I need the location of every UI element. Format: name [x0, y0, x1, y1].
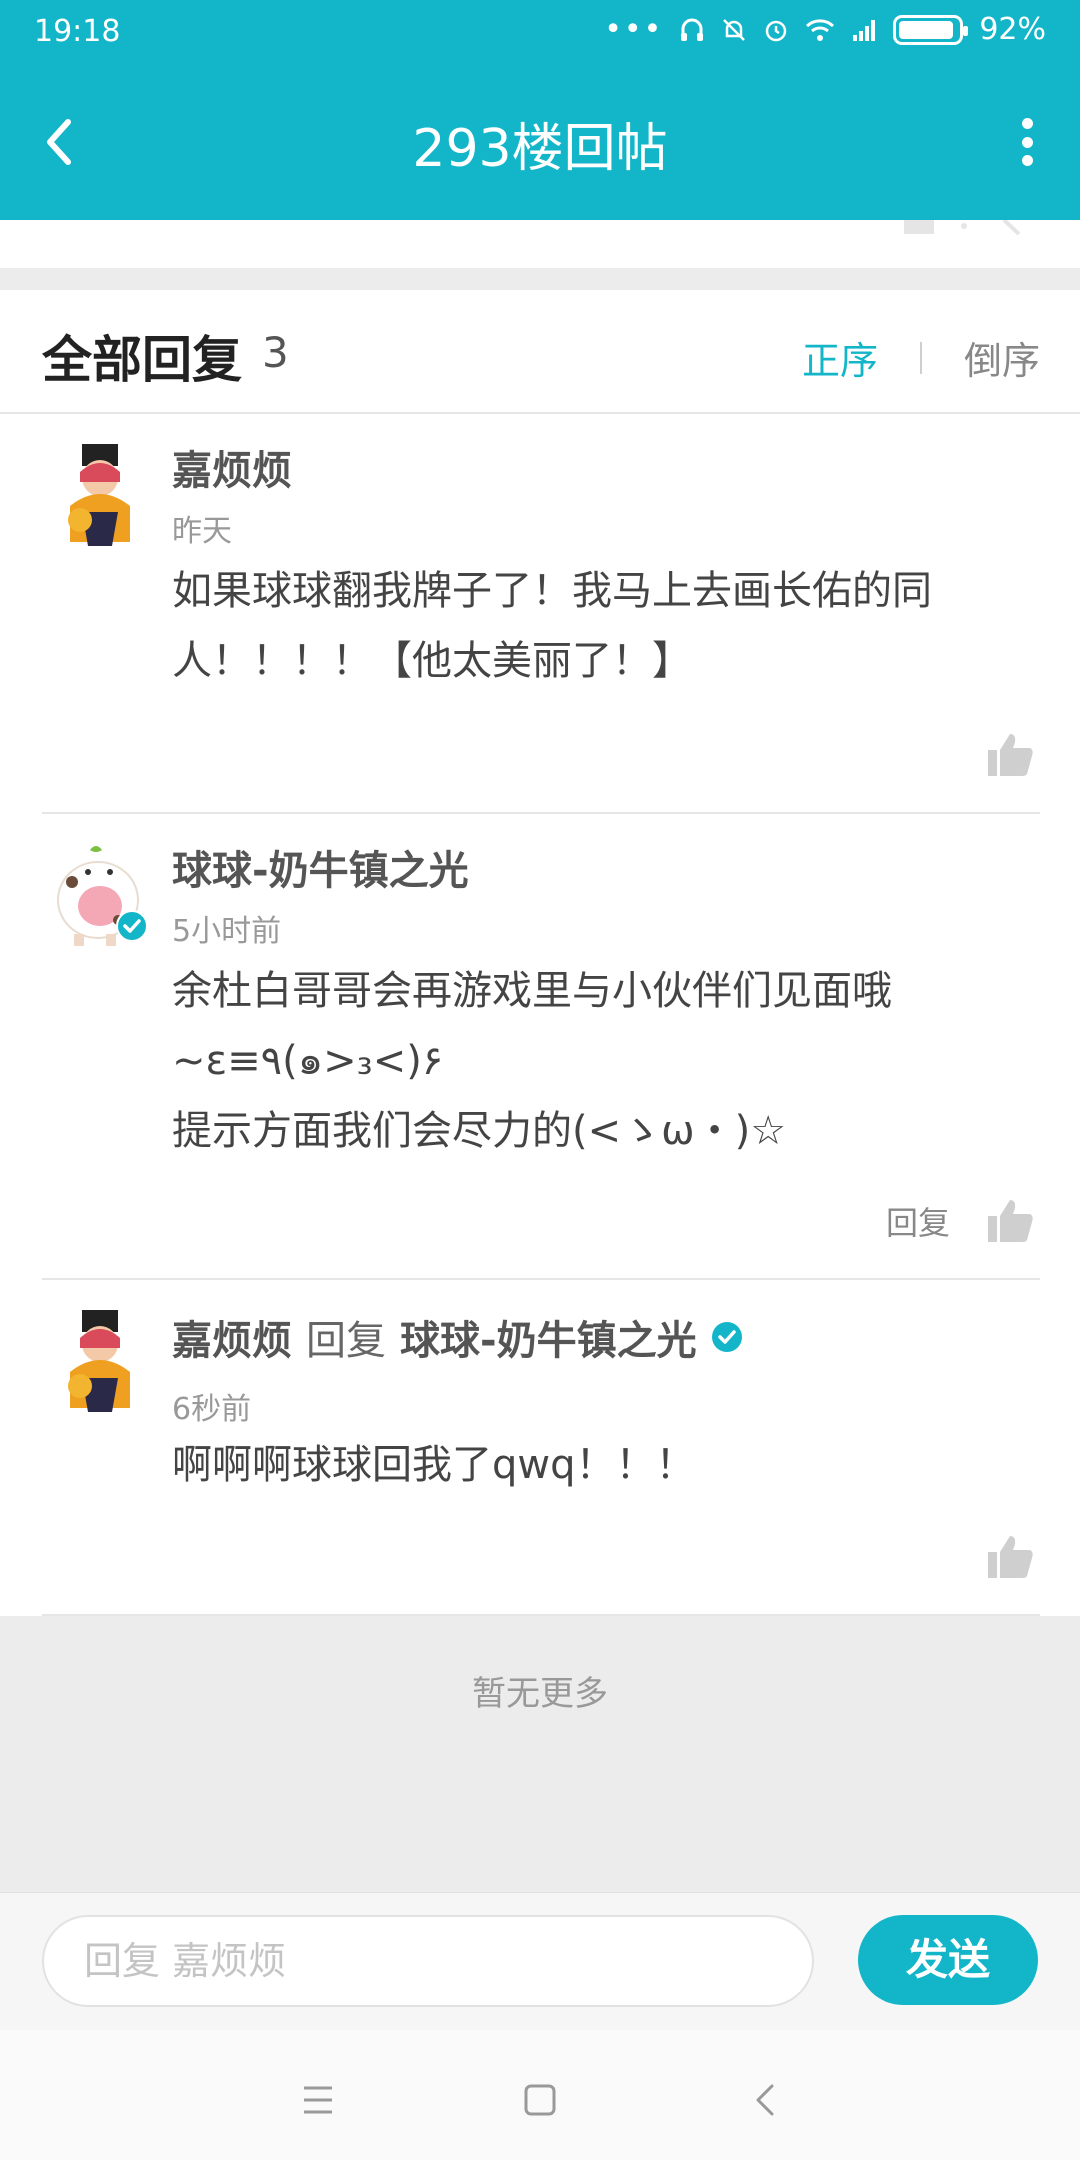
verified-badge-icon	[116, 910, 148, 942]
sort-descending-button[interactable]: 倒序	[964, 330, 1040, 385]
reply-content: 如果球球翻我牌子了！我马上去画长佑的同人！！！！【他太美丽了！】	[172, 568, 932, 684]
end-of-list: 暂无更多	[0, 1616, 1080, 1892]
author-line: 嘉烦烦 回复 球球-奶牛镇之光	[172, 1308, 743, 1366]
reply-item: 嘉烦烦 回复 球球-奶牛镇之光 6秒前 啊啊啊球球回我了qwq！！！	[0, 1280, 1080, 1616]
sort-divider	[919, 341, 922, 374]
system-nav-bar	[0, 2030, 1080, 2160]
status-icons: ••• 92%	[604, 12, 1046, 47]
reply-content: 啊啊啊球球回我了qwq！！！	[172, 1442, 696, 1488]
reply-button[interactable]: 回复	[886, 1198, 950, 1244]
author-name[interactable]: 嘉烦烦	[172, 1308, 292, 1366]
more-notifications-icon: •••	[604, 12, 664, 47]
author-line: 球球-奶牛镇之光	[172, 838, 469, 896]
verified-badge-icon	[711, 1322, 742, 1352]
original-post-footer	[0, 220, 1080, 268]
avatar[interactable]	[52, 1308, 148, 1418]
sort-toggle: 正序 倒序	[802, 330, 1040, 385]
battery-text: 92%	[979, 12, 1046, 47]
like-icon[interactable]	[988, 732, 1034, 776]
top-bar: 19:18 ••• 92% 293楼回帖	[0, 0, 1080, 220]
reply-input-bar: 发送	[0, 1892, 1080, 2030]
avatar[interactable]	[52, 442, 148, 552]
app-root: 19:18 ••• 92% 293楼回帖 全部回复 3 正序 倒序 嘉烦烦 昨天…	[0, 0, 1080, 2160]
reply-item: 球球-奶牛镇之光 5小时前 余杜白哥哥会再游戏里与小伙伴们见面哦 ~ε≡٩(๑>…	[0, 814, 1080, 1280]
author-name[interactable]: 嘉烦烦	[172, 438, 292, 496]
title-bar: 293楼回帖	[0, 66, 1080, 220]
nav-back-icon[interactable]	[736, 2070, 796, 2130]
reply-time: 5小时前	[172, 914, 282, 949]
author-line: 嘉烦烦	[172, 438, 292, 496]
page-title: 293楼回帖	[412, 119, 668, 179]
battery-icon	[893, 14, 969, 45]
reply-time: 昨天	[172, 514, 232, 549]
home-icon[interactable]	[510, 2070, 570, 2130]
alarm-icon	[766, 20, 787, 41]
reply-to-author[interactable]: 球球-奶牛镇之光	[400, 1308, 697, 1366]
sort-ascending-button[interactable]: 正序	[802, 330, 878, 385]
reply-input[interactable]	[42, 1915, 814, 2007]
dot	[1021, 155, 1033, 166]
reply-content: 余杜白哥哥会再游戏里与小伙伴们见面哦 ~ε≡٩(๑>₃<)۶ 提示方面我们会尽力…	[172, 956, 1022, 1166]
faded-action-icons	[904, 220, 1021, 236]
no-more-text: 暂无更多	[472, 1674, 608, 1714]
headset-icon	[681, 18, 704, 41]
reply-item: 嘉烦烦 昨天 如果球球翻我牌子了！我马上去画长佑的同人！！！！【他太美丽了！】	[0, 414, 1080, 814]
reply-to-word: 回复	[306, 1318, 386, 1364]
author-name[interactable]: 球球-奶牛镇之光	[172, 838, 469, 896]
reply-content-line: 余杜白哥哥会再游戏里与小伙伴们见面哦	[172, 968, 892, 1014]
replies-header: 全部回复 3 正序 倒序	[0, 290, 1080, 414]
reply-content-line: 提示方面我们会尽力的(<ゝω・)☆	[172, 1108, 787, 1154]
replies-count: 3	[262, 328, 289, 377]
send-button[interactable]: 发送	[858, 1915, 1038, 2005]
reply-list: 嘉烦烦 昨天 如果球球翻我牌子了！我马上去画长佑的同人！！！！【他太美丽了！】	[0, 414, 1080, 1616]
wifi-icon	[806, 18, 835, 41]
reply-time: 6秒前	[172, 1392, 252, 1427]
like-icon[interactable]	[988, 1534, 1034, 1578]
dot	[1021, 136, 1033, 148]
menu-icon[interactable]	[288, 2070, 348, 2130]
signal-icon	[853, 19, 876, 41]
like-icon[interactable]	[988, 1198, 1034, 1242]
more-options-button[interactable]	[1012, 112, 1042, 172]
mute-bell-icon	[723, 18, 746, 41]
dot	[1021, 118, 1033, 129]
reply-content-line: ~ε≡٩(๑>₃<)۶	[172, 1038, 444, 1084]
status-time: 19:18	[34, 14, 121, 49]
status-bar: 19:18 ••• 92%	[0, 0, 1080, 66]
all-replies-label: 全部回复	[42, 331, 242, 389]
